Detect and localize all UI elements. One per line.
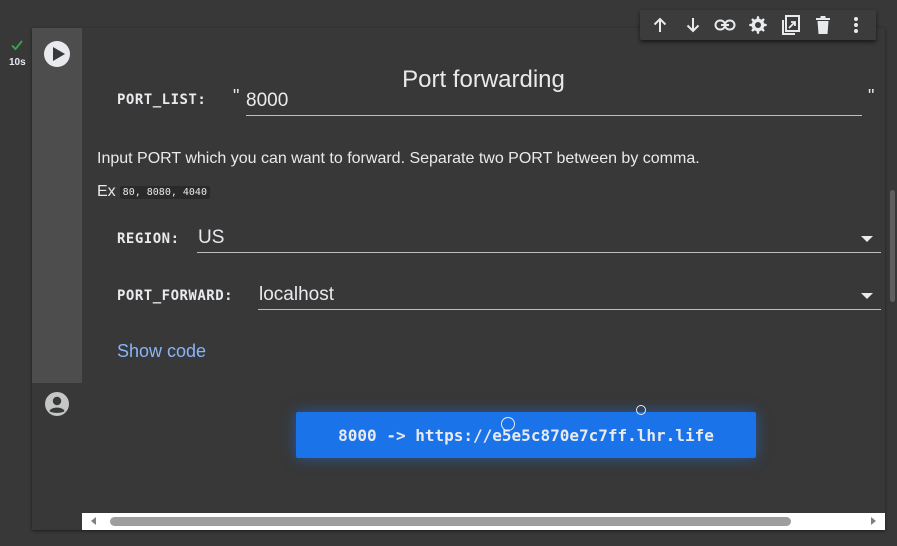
arrow-down-icon [686, 18, 700, 33]
port-list-close-quote: " [868, 86, 875, 106]
port-forward-dropdown[interactable]: localhost [258, 283, 881, 310]
more-vert-icon [853, 17, 858, 33]
region-value: US [198, 227, 225, 248]
execution-time: 10s [9, 57, 26, 68]
output-account-icon[interactable] [44, 391, 70, 417]
copy-link-button[interactable] [712, 12, 738, 38]
port-forward-label: PORT_FORWARD: [117, 288, 234, 304]
check-icon [11, 40, 23, 51]
port-list-input[interactable] [246, 88, 862, 116]
horizontal-scrollbar[interactable] [82, 513, 885, 530]
port-list-example: Ex 80, 8080, 4040 [97, 183, 210, 201]
region-dropdown[interactable]: US [197, 226, 881, 253]
cell-gutter [0, 0, 32, 546]
delete-cell-button[interactable] [810, 12, 836, 38]
gear-icon [749, 16, 767, 34]
settings-button[interactable] [745, 12, 771, 38]
scroll-thumb[interactable] [110, 517, 791, 526]
mirror-cell-button[interactable] [778, 12, 804, 38]
show-code-link[interactable]: Show code [117, 341, 206, 362]
port-forward-value: localhost [259, 284, 334, 305]
dropdown-arrow-icon [861, 236, 873, 242]
cursor-indicator [501, 417, 515, 431]
arrow-up-icon [654, 17, 667, 32]
scroll-left-icon[interactable] [91, 517, 96, 525]
scroll-right-icon[interactable] [871, 517, 876, 525]
port-list-description: Input PORT which you can want to forward… [97, 150, 700, 167]
play-icon [52, 47, 65, 61]
move-up-button[interactable] [647, 12, 673, 38]
cell-rail [32, 28, 82, 383]
move-down-button[interactable] [680, 12, 706, 38]
dropdown-arrow-icon [861, 293, 873, 299]
example-prefix: Ex [97, 183, 116, 200]
mirror-cell-icon [781, 15, 800, 35]
vertical-scrollbar[interactable] [890, 190, 895, 302]
port-list-label: PORT_LIST: [117, 92, 207, 108]
cursor-indicator [636, 405, 646, 415]
delete-icon [816, 16, 831, 34]
more-options-button[interactable] [843, 12, 869, 38]
port-list-open-quote: " [233, 86, 240, 106]
form-area: Port forwarding [82, 28, 885, 383]
link-icon [714, 19, 736, 31]
forwarding-result[interactable]: 8000 -> https://e5e5c870e7c7ff.lhr.life [296, 412, 756, 458]
example-code: 80, 8080, 4040 [119, 185, 210, 199]
region-label: REGION: [117, 231, 180, 247]
cell-toolbar [640, 10, 876, 40]
run-cell-button[interactable] [44, 41, 70, 67]
